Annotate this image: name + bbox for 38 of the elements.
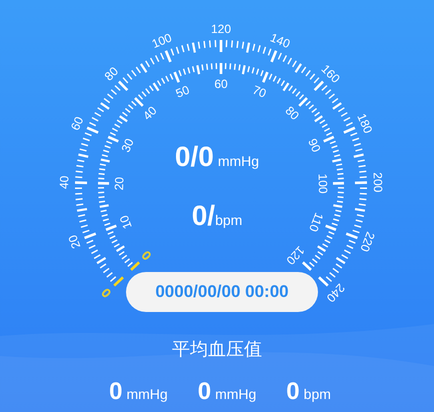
scale-label: 160 [318,62,343,86]
scale-label: 10 [116,213,135,231]
pressure-unit: mmHg [218,154,260,168]
scale-label: 0 [139,248,154,263]
pulse-value: 0/ [192,202,216,230]
scale-label: 50 [174,82,192,101]
scale-label: 60 [214,77,228,92]
scale-label: 20 [66,233,84,250]
scale-label: 30 [118,136,137,154]
average-value: 0 [286,380,300,404]
average-unit: mmHg [215,387,256,401]
scale-label: 90 [305,136,324,154]
average-value: 0 [109,380,122,404]
pressure-value: 0/0 [174,143,214,171]
scale-label: 100 [150,30,174,52]
scale-label: 60 [68,114,86,132]
scale-label: 140 [268,30,292,52]
scale-label: 240 [324,280,348,306]
average-value: 0 [198,380,212,404]
scale-label: 200 [370,172,386,193]
average-title: 平均血压值 [172,340,262,358]
scale-label: 0 [98,286,114,300]
scale-label: 220 [357,230,378,254]
scale-label: 20 [112,176,126,190]
average-unit: bpm [304,387,331,401]
pulse-unit: bpm [215,213,242,227]
average-unit: mmHg [126,387,168,401]
scale-label: 80 [282,104,302,123]
scale-label: 120 [284,243,308,268]
scale-label: 70 [250,82,268,101]
scale-label: 40 [140,104,160,123]
scale-label: 40 [57,176,72,190]
scale-label: 110 [306,210,326,234]
scale-label: 180 [354,112,376,136]
datetime-pill: 0000/00/00 00:00 [126,272,318,312]
scale-label: 80 [102,64,122,84]
scale-label: 100 [316,173,330,194]
scale-label: 120 [210,22,232,36]
